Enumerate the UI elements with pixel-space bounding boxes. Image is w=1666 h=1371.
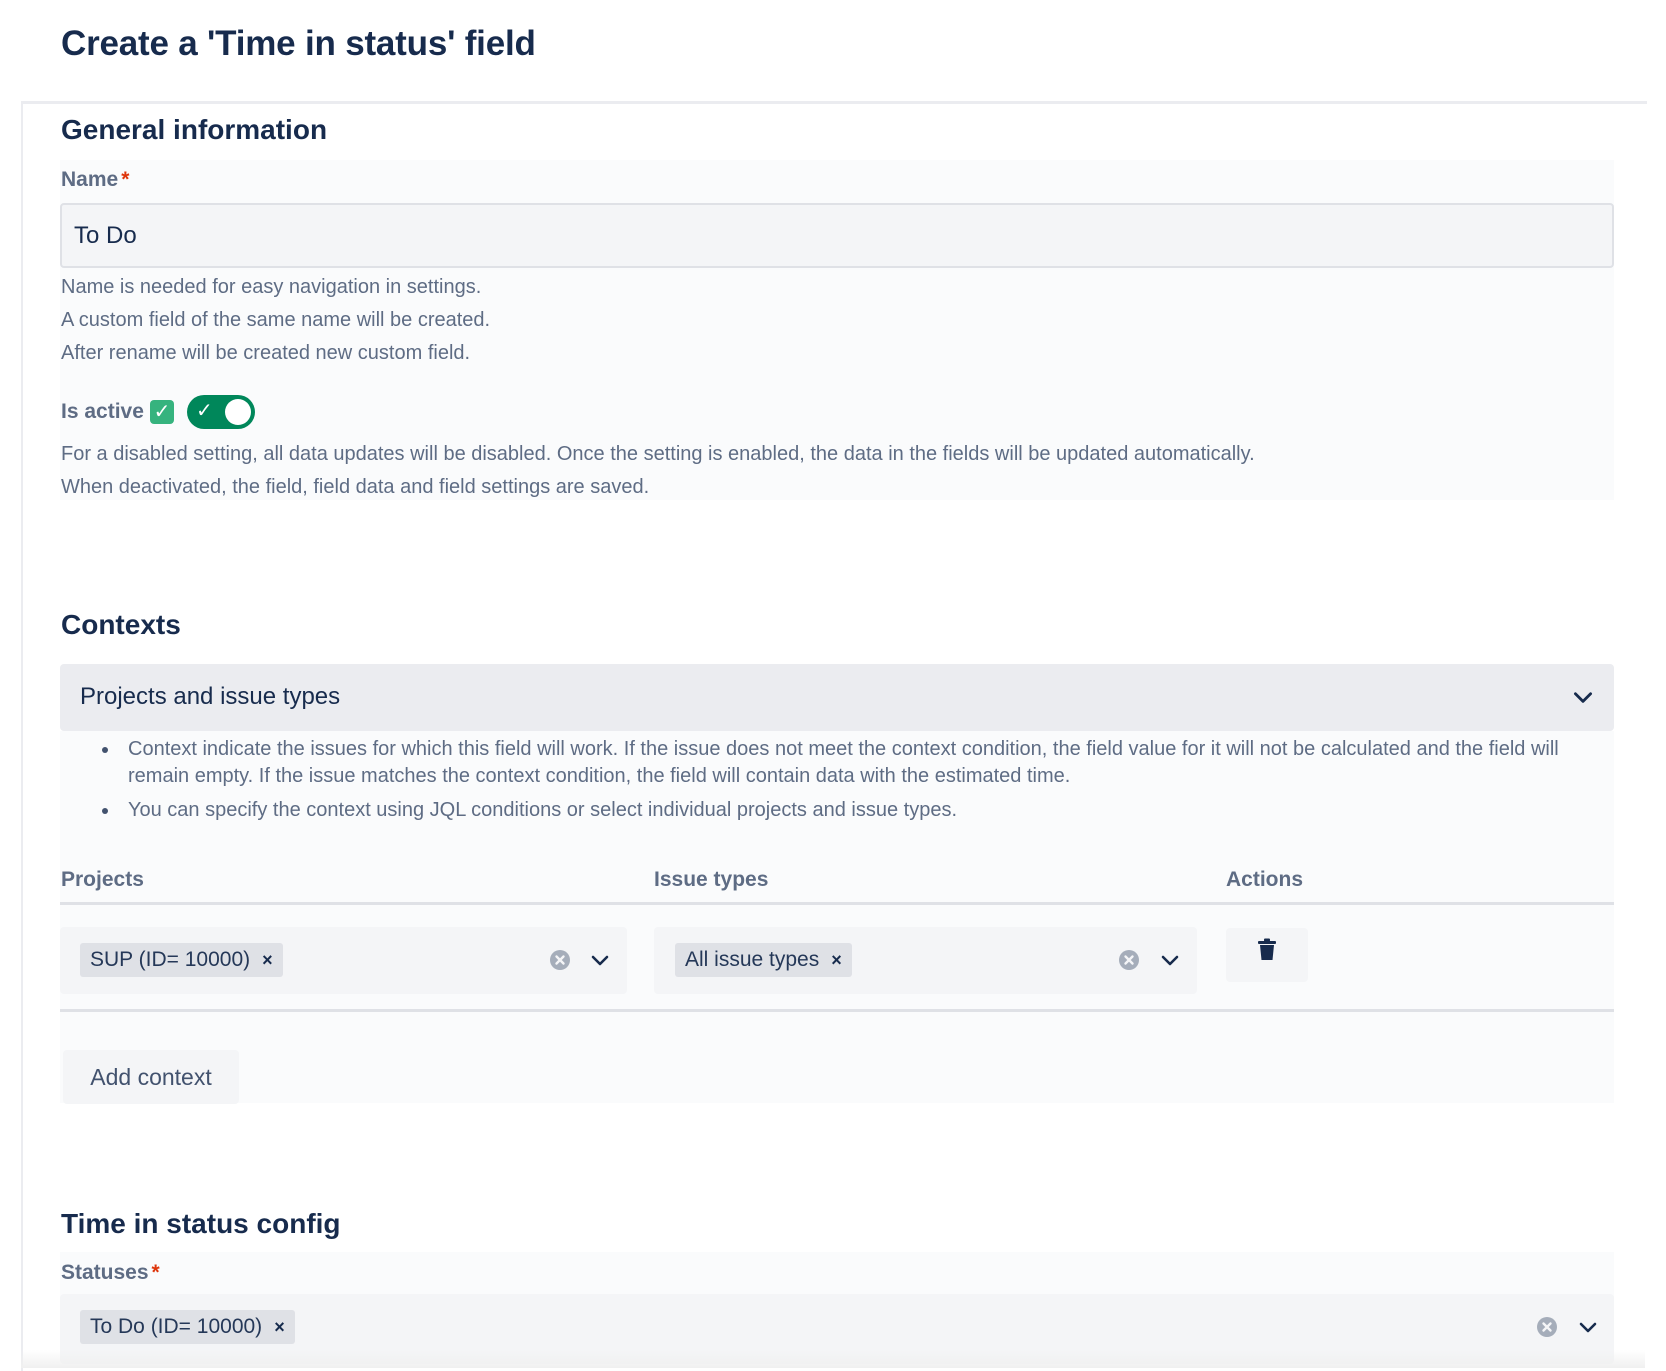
active-help-1: For a disabled setting, all data updates…: [61, 443, 1255, 465]
table-row-divider: [60, 1009, 1614, 1012]
statuses-label-text: Statuses: [61, 1261, 149, 1284]
config-section-title: Time in status config: [61, 1208, 341, 1239]
name-help-1: Name is needed for easy navigation in se…: [61, 276, 482, 298]
column-header-actions: Actions: [1226, 868, 1304, 891]
name-label-text: Name: [61, 168, 119, 191]
is-active-label: Is active: [61, 400, 144, 423]
chevron-down-icon[interactable]: [1576, 1315, 1600, 1339]
remove-chip-icon[interactable]: ×: [262, 950, 273, 971]
remove-chip-icon[interactable]: ×: [274, 1317, 285, 1338]
clear-icon[interactable]: [549, 949, 571, 971]
clear-icon[interactable]: [1118, 949, 1140, 971]
delete-context-button[interactable]: [1226, 928, 1308, 982]
toggle-knob: [225, 399, 251, 425]
required-mark: *: [151, 1261, 160, 1284]
name-input[interactable]: [60, 203, 1614, 268]
table-header-divider: [60, 902, 1614, 905]
required-mark: *: [121, 168, 130, 191]
statuses-label: Statuses *: [61, 1261, 160, 1285]
project-chip-label: SUP (ID= 10000): [90, 948, 251, 971]
general-section-title: General information: [61, 114, 328, 145]
active-help-2: When deactivated, the field, field data …: [61, 476, 650, 498]
bottom-fade: [21, 1350, 1645, 1368]
column-header-issue-types: Issue types: [654, 868, 769, 891]
check-mark-icon: ✓: [150, 400, 174, 424]
context-bullet-2: You can specify the context using JQL co…: [100, 797, 1610, 824]
accordion-label: Projects and issue types: [80, 683, 341, 710]
context-bullet-1: Context indicate the issues for which th…: [100, 736, 1610, 790]
name-label: Name *: [61, 168, 129, 192]
context-bullets: Context indicate the issues for which th…: [100, 736, 1610, 831]
projects-issue-types-accordion[interactable]: Projects and issue types: [60, 664, 1614, 731]
is-active-toggle[interactable]: ✓: [187, 395, 255, 429]
status-chip-label: To Do (ID= 10000): [90, 1315, 263, 1338]
page-title: Create a 'Time in status' field: [61, 24, 536, 63]
issue-type-chip-label: All issue types: [685, 948, 820, 971]
status-chip: To Do (ID= 10000) ×: [80, 1310, 295, 1344]
name-help-2: A custom field of the same name will be …: [61, 309, 491, 331]
project-chip: SUP (ID= 10000) ×: [80, 943, 283, 977]
clear-icon[interactable]: [1536, 1316, 1558, 1338]
contexts-section-title: Contexts: [61, 609, 181, 640]
chevron-down-icon: [1574, 692, 1592, 703]
issue-type-chip: All issue types ×: [675, 943, 852, 977]
trash-icon: [1258, 938, 1276, 960]
toggle-check-icon: ✓: [196, 400, 213, 422]
projects-select[interactable]: SUP (ID= 10000) ×: [60, 927, 627, 994]
chevron-down-icon[interactable]: [1158, 948, 1182, 972]
name-help-3: After rename will be created new custom …: [61, 342, 471, 364]
remove-chip-icon[interactable]: ×: [831, 950, 842, 971]
column-header-projects: Projects: [61, 868, 144, 891]
issue-types-select[interactable]: All issue types ×: [654, 927, 1197, 994]
chevron-down-icon[interactable]: [588, 948, 612, 972]
add-context-button[interactable]: Add context: [63, 1050, 239, 1104]
